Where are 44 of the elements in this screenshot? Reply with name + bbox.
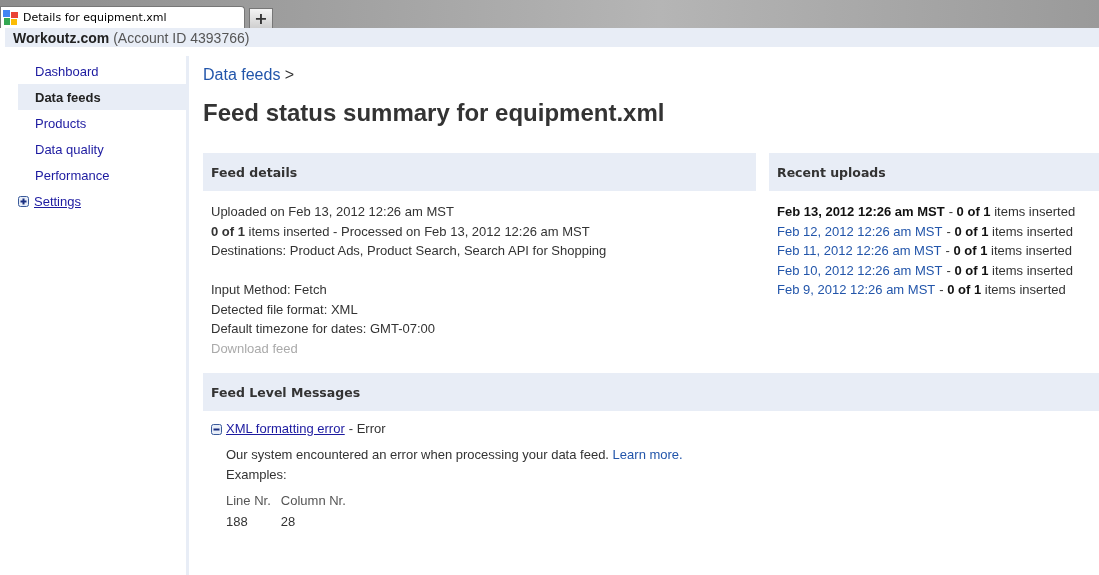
upload-status: - 0 of 1 items inserted [945,242,1072,260]
upload-status: - 0 of 1 items inserted [946,222,1073,241]
detail-line: Default timezone for dates: GMT-07:00 [211,320,436,338]
examples-label: Examples: [226,465,288,484]
upload-status: - 0 of 1 items inserted [946,261,1073,280]
collapse-icon[interactable] [211,423,222,435]
site-name: Workoutz.com [13,30,110,45]
section-header: Feed Level Messages [203,373,1099,411]
column-header: Column Nr. [280,492,347,510]
account-id: (Account ID 4393766) [113,30,250,45]
sidebar-item[interactable]: Performance [18,162,186,188]
error-severity: - Error [348,420,386,438]
detail-line: Uploaded on Feb 13, 2012 12:26 am MST [211,203,455,221]
learn-more-link[interactable]: Learn more. [612,447,683,462]
sidebar-item[interactable]: Dashboard [18,58,186,84]
detail-line: 0 of 1 items inserted - Processed on Feb 13, 2012 12:26 am MST [211,222,591,241]
colored-squares-icon [3,9,19,26]
section-header: Recent uploads [769,153,1099,191]
breadcrumb-link[interactable]: Data feeds [203,66,281,83]
table-cell: 188 [226,511,281,532]
error-link[interactable]: XML formatting error [226,419,345,439]
upload-status: - 0 of 1 items inserted [948,203,1076,221]
page-title: Feed status summary for equipment.xml [203,98,666,128]
column-header: Line Nr. [226,490,281,511]
upload-link[interactable]: Feb 11, 2012 12:26 am MST [777,241,942,261]
section-header: Feed details [203,153,756,191]
sidebar-item[interactable]: Data feeds [18,84,186,110]
upload-date: Feb 13, 2012 12:26 am MST [777,203,945,221]
browser-tab[interactable]: Details for equipment.xml [0,6,245,28]
new-tab-button[interactable]: + [249,8,273,28]
expand-icon[interactable] [18,195,29,207]
detail-line: Detected file format: XML [211,300,359,319]
sidebar-item[interactable]: Settings [18,188,186,214]
detail-line: Input Method: Fetch [211,281,328,299]
error-description: Our system encountered an error when processing your data feed. Learn more. [226,446,684,464]
sidebar-item[interactable]: Products [18,110,186,136]
upload-link[interactable]: Feb 12, 2012 12:26 am MST [777,221,943,241]
breadcrumb-separator: > [284,66,295,83]
upload-status: - 0 of 1 items inserted [939,281,1066,299]
upload-link[interactable]: Feb 10, 2012 12:26 am MST [777,260,943,280]
table-cell-text: 28 [280,513,297,531]
detail-line: Destinations: Product Ads, Product Search, Search API for Shopping [211,242,608,260]
sidebar-item[interactable]: Data quality [18,136,186,162]
upload-link[interactable]: Feb 9, 2012 12:26 am MST [777,280,936,300]
